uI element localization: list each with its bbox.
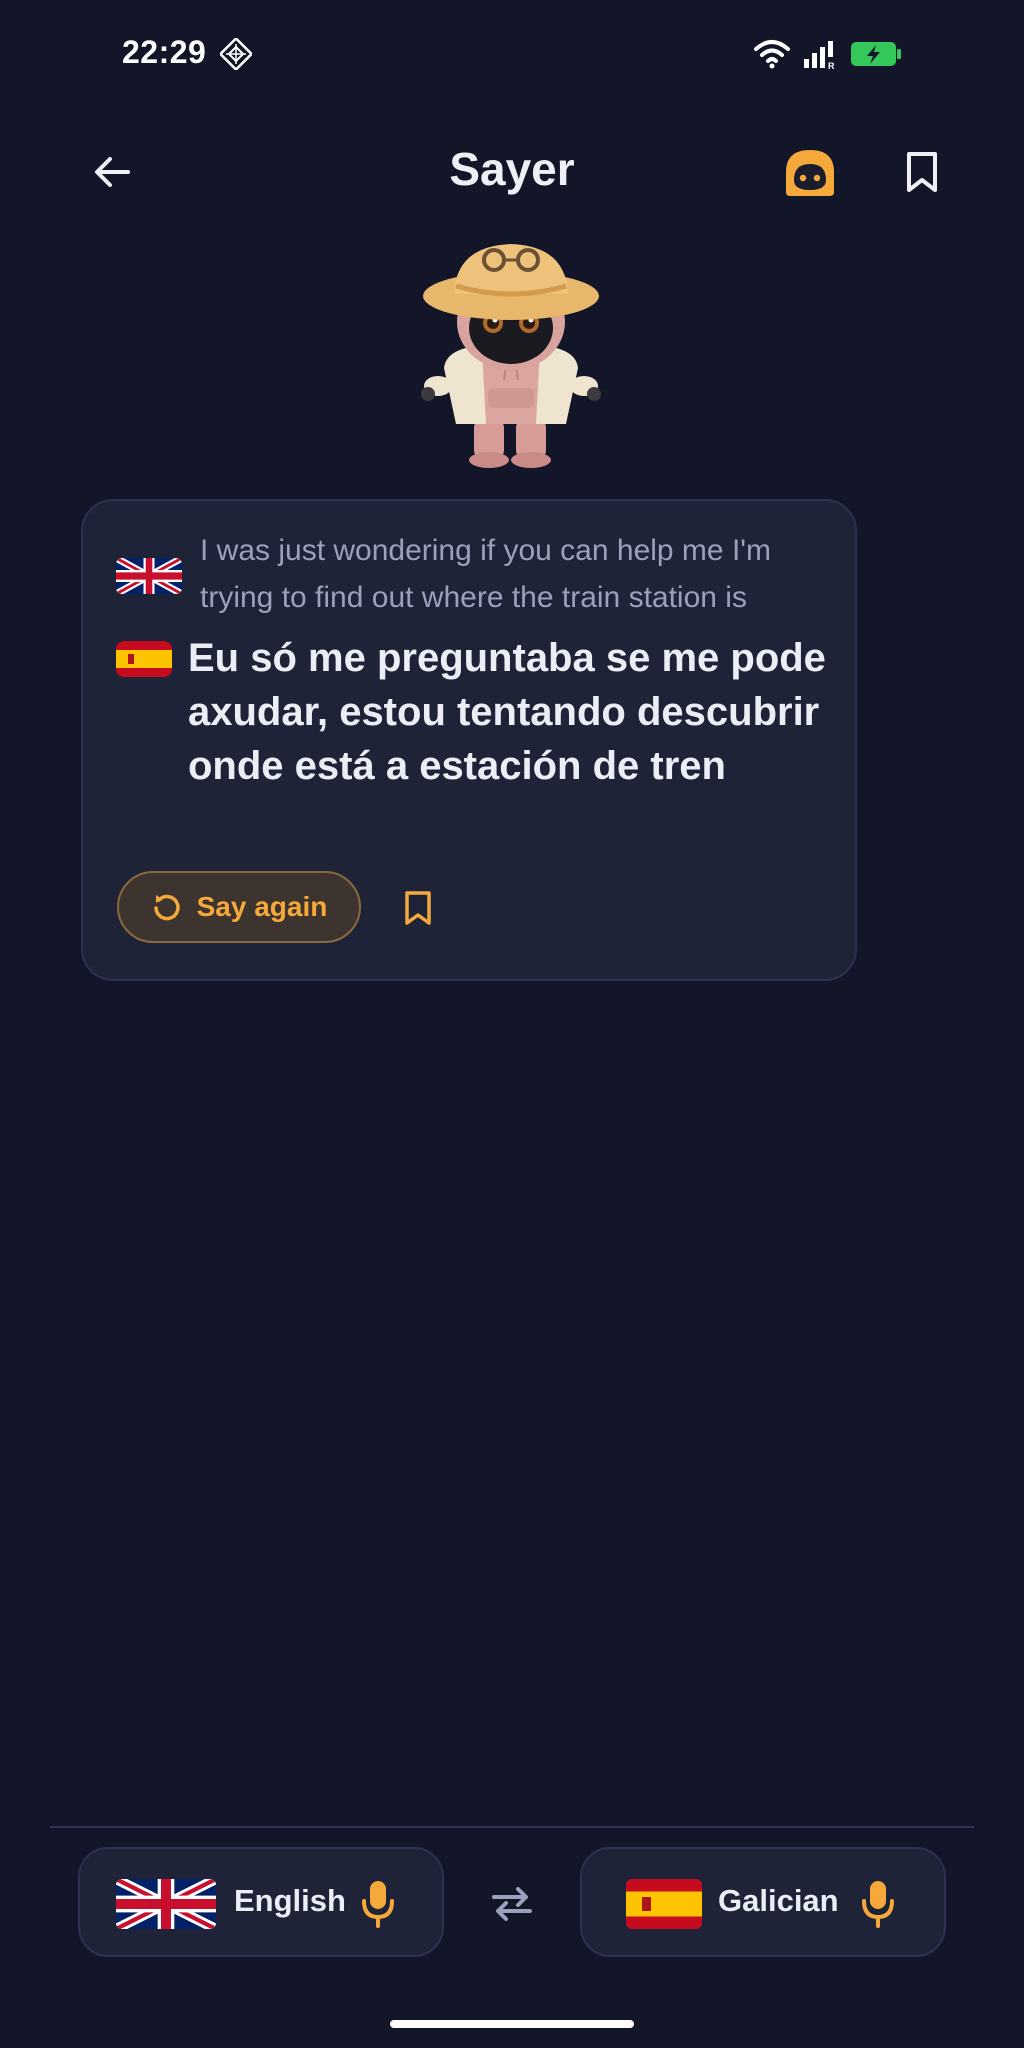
- say-again-button[interactable]: Say again: [117, 871, 361, 943]
- spain-flag-icon: [626, 1879, 702, 1929]
- page-title: Sayer: [449, 143, 575, 195]
- translation-card: I was just wondering if you can help me …: [81, 499, 857, 981]
- target-language-label: Galician: [718, 1883, 839, 1918]
- uk-flag-icon: [116, 1879, 216, 1929]
- bookmark-icon: [405, 891, 431, 925]
- source-text: I was just wondering if you can help me …: [200, 534, 771, 614]
- app-notification-icon: [220, 38, 252, 70]
- battery-charging-icon: [851, 42, 901, 66]
- status-bar: 22:29 R: [0, 0, 1024, 106]
- microphone-icon: [362, 1881, 394, 1928]
- save-phrase-button[interactable]: [393, 883, 443, 933]
- replay-icon: [153, 894, 180, 921]
- status-icons: R: [754, 38, 902, 70]
- bookmark-icon: [907, 152, 937, 192]
- microphone-icon: [862, 1881, 894, 1928]
- wifi-icon: [754, 40, 790, 69]
- translator-screen: 22:29 R Sayer I was just wondering if yo…: [0, 0, 1024, 2048]
- source-language-button[interactable]: English: [78, 1847, 444, 1957]
- translated-text: Eu só me preguntaba se me pode axudar, e…: [188, 636, 826, 788]
- target-language-button[interactable]: Galician: [580, 1847, 946, 1957]
- uk-flag-icon: [116, 558, 182, 594]
- bookmarks-button[interactable]: [890, 140, 954, 204]
- bottom-divider: [50, 1826, 974, 1828]
- spain-flag-icon: [116, 641, 172, 677]
- signal-icon: R: [804, 41, 835, 69]
- mascot-character-image: [421, 244, 601, 468]
- app-bar: Sayer: [0, 126, 1024, 216]
- say-again-label: Say again: [196, 891, 328, 922]
- swap-arrows-icon: [492, 1887, 532, 1921]
- home-indicator[interactable]: [390, 2020, 634, 2028]
- swap-languages-button[interactable]: [482, 1878, 542, 1928]
- source-language-label: English: [234, 1883, 346, 1918]
- svg-text:R: R: [828, 61, 835, 69]
- avatar-button[interactable]: [780, 142, 840, 202]
- status-time: 22:29: [122, 34, 207, 70]
- avatar-icon: [786, 150, 834, 196]
